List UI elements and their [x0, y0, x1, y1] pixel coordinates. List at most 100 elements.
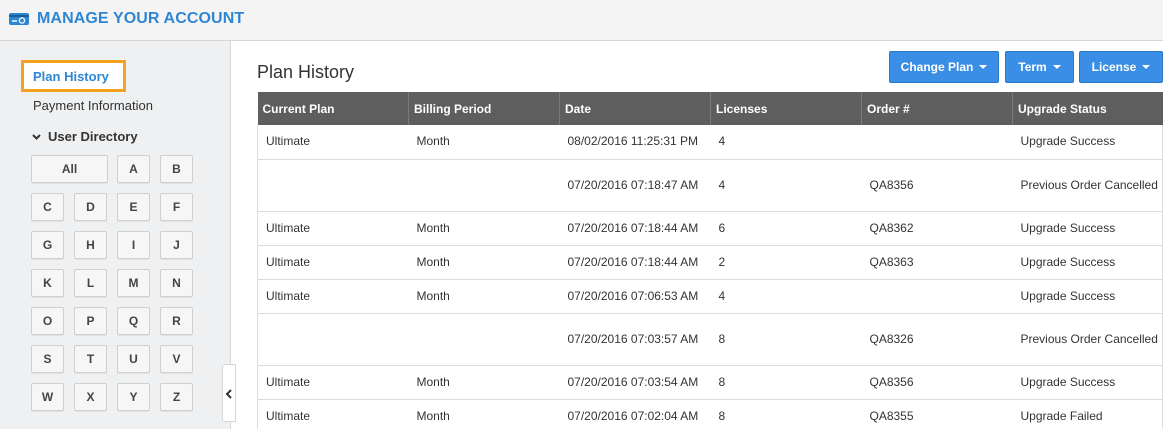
caret-down-icon: [979, 65, 988, 69]
directory-filter-c[interactable]: C: [31, 193, 64, 221]
cell-order-number: QA8362: [861, 211, 1013, 246]
directory-filter-z[interactable]: Z: [160, 383, 193, 411]
term-label: Term: [1018, 60, 1047, 74]
cell-upgrade-status: Upgrade Success: [1012, 365, 1163, 400]
cell-licenses: 6: [710, 211, 862, 246]
cell-billing-period: Month: [408, 245, 560, 280]
cell-licenses: 8: [710, 365, 862, 400]
sidebar-collapse-toggle[interactable]: [222, 364, 236, 422]
cell-upgrade-status: Upgrade Failed: [1012, 399, 1163, 429]
sidebar-item-label: Plan History: [33, 69, 109, 84]
directory-filter-j[interactable]: J: [160, 231, 193, 259]
directory-filter-t[interactable]: T: [74, 345, 107, 373]
cell-billing-period: Month: [408, 399, 560, 429]
cell-upgrade-status: Previous Order Cancelled: [1012, 313, 1163, 366]
directory-filter-b[interactable]: B: [160, 155, 193, 183]
cell-order-number: [861, 125, 1013, 160]
sidebar-item-plan-history[interactable]: Plan History: [21, 60, 126, 92]
table-row: Ultimate Month 07/20/2016 07:18:44 AM 6 …: [257, 211, 1163, 246]
cell-licenses: 8: [710, 399, 862, 429]
cell-order-number: QA8356: [861, 365, 1013, 400]
directory-filter-f[interactable]: F: [160, 193, 193, 221]
column-header-billing-period[interactable]: Billing Period: [408, 92, 560, 125]
cell-upgrade-status: Upgrade Success: [1012, 279, 1163, 314]
directory-filter-k[interactable]: K: [31, 269, 64, 297]
directory-filter-u[interactable]: U: [117, 345, 150, 373]
directory-filter-v[interactable]: V: [160, 345, 193, 373]
caret-down-icon: [1142, 65, 1151, 69]
column-header-order-number[interactable]: Order #: [861, 92, 1013, 125]
chevron-down-icon: [32, 133, 41, 140]
directory-filter-all[interactable]: All: [31, 155, 108, 183]
table-row: 07/20/2016 07:18:47 AM 4 QA8356 Previous…: [257, 159, 1163, 212]
cell-upgrade-status: Upgrade Success: [1012, 245, 1163, 280]
cell-billing-period: Month: [408, 365, 560, 400]
table-row: 07/20/2016 07:03:57 AM 8 QA8326 Previous…: [257, 313, 1163, 366]
directory-filter-g[interactable]: G: [31, 231, 64, 259]
directory-filter-l[interactable]: L: [74, 269, 107, 297]
table-row: Ultimate Month 07/20/2016 07:03:54 AM 8 …: [257, 365, 1163, 400]
cell-order-number: QA8326: [861, 313, 1013, 366]
page-title: Plan History: [257, 62, 355, 82]
cell-licenses: 4: [710, 125, 862, 160]
directory-filter-e[interactable]: E: [117, 193, 150, 221]
cell-current-plan: Ultimate: [257, 399, 409, 429]
cell-date: 07/20/2016 07:03:57 AM: [559, 313, 711, 366]
directory-filter-n[interactable]: N: [160, 269, 193, 297]
cell-billing-period: Month: [408, 125, 560, 160]
directory-filter-h[interactable]: H: [74, 231, 107, 259]
cell-billing-period: [408, 313, 560, 366]
user-directory-toggle[interactable]: User Directory: [31, 129, 138, 144]
cell-date: 07/20/2016 07:18:47 AM: [559, 159, 711, 212]
plan-history-table: Current Plan Billing Period Date License…: [257, 92, 1163, 429]
cell-current-plan: Ultimate: [257, 245, 409, 280]
table-row: Ultimate Month 07/20/2016 07:02:04 AM 8 …: [257, 399, 1163, 429]
directory-filter-a[interactable]: A: [117, 155, 150, 183]
table-header-row: Current Plan Billing Period Date License…: [257, 92, 1163, 125]
license-label: License: [1091, 60, 1137, 74]
term-button[interactable]: Term: [1005, 51, 1074, 83]
sidebar-item-payment-information[interactable]: Payment Information: [33, 98, 153, 113]
cell-order-number: QA8363: [861, 245, 1013, 280]
cell-current-plan: Ultimate: [257, 365, 409, 400]
directory-filter-i[interactable]: I: [117, 231, 150, 259]
cell-date: 07/20/2016 07:18:44 AM: [559, 245, 711, 280]
directory-filter-s[interactable]: S: [31, 345, 64, 373]
cell-date: 07/20/2016 07:06:53 AM: [559, 279, 711, 314]
sidebar: Plan History Payment Information User Di…: [0, 41, 231, 429]
cell-licenses: 4: [710, 279, 862, 314]
change-plan-button[interactable]: Change Plan: [889, 51, 999, 83]
directory-filter-d[interactable]: D: [74, 193, 107, 221]
table-row: Ultimate Month 07/20/2016 07:18:44 AM 2 …: [257, 245, 1163, 280]
directory-filter-q[interactable]: Q: [117, 307, 150, 335]
column-header-current-plan[interactable]: Current Plan: [257, 92, 409, 125]
directory-filter-x[interactable]: X: [74, 383, 107, 411]
cell-date: 07/20/2016 07:02:04 AM: [559, 399, 711, 429]
directory-filter-w[interactable]: W: [31, 383, 64, 411]
cell-billing-period: Month: [408, 211, 560, 246]
change-plan-label: Change Plan: [900, 60, 974, 74]
directory-filter-y[interactable]: Y: [117, 383, 150, 411]
cell-licenses: 2: [710, 245, 862, 280]
cell-order-number: QA8356: [861, 159, 1013, 212]
cell-licenses: 8: [710, 313, 862, 366]
cell-upgrade-status: Upgrade Success: [1012, 211, 1163, 246]
user-directory-label: User Directory: [48, 129, 138, 144]
directory-filter-m[interactable]: M: [117, 269, 150, 297]
cell-current-plan: Ultimate: [257, 125, 409, 160]
cell-billing-period: Month: [408, 279, 560, 314]
license-button[interactable]: License: [1079, 51, 1163, 83]
directory-filter-o[interactable]: O: [31, 307, 64, 335]
cell-licenses: 4: [710, 159, 862, 212]
directory-filter-p[interactable]: P: [74, 307, 107, 335]
chevron-left-icon: [225, 389, 232, 399]
app-title: MANAGE YOUR ACCOUNT: [37, 10, 245, 27]
column-header-date[interactable]: Date: [559, 92, 711, 125]
column-header-upgrade-status[interactable]: Upgrade Status: [1012, 92, 1163, 125]
cell-current-plan: [257, 313, 409, 366]
cell-current-plan: Ultimate: [257, 279, 409, 314]
caret-down-icon: [1052, 65, 1061, 69]
directory-filter-r[interactable]: R: [160, 307, 193, 335]
column-header-licenses[interactable]: Licenses: [710, 92, 862, 125]
app-header: MANAGE YOUR ACCOUNT: [0, 0, 1163, 41]
